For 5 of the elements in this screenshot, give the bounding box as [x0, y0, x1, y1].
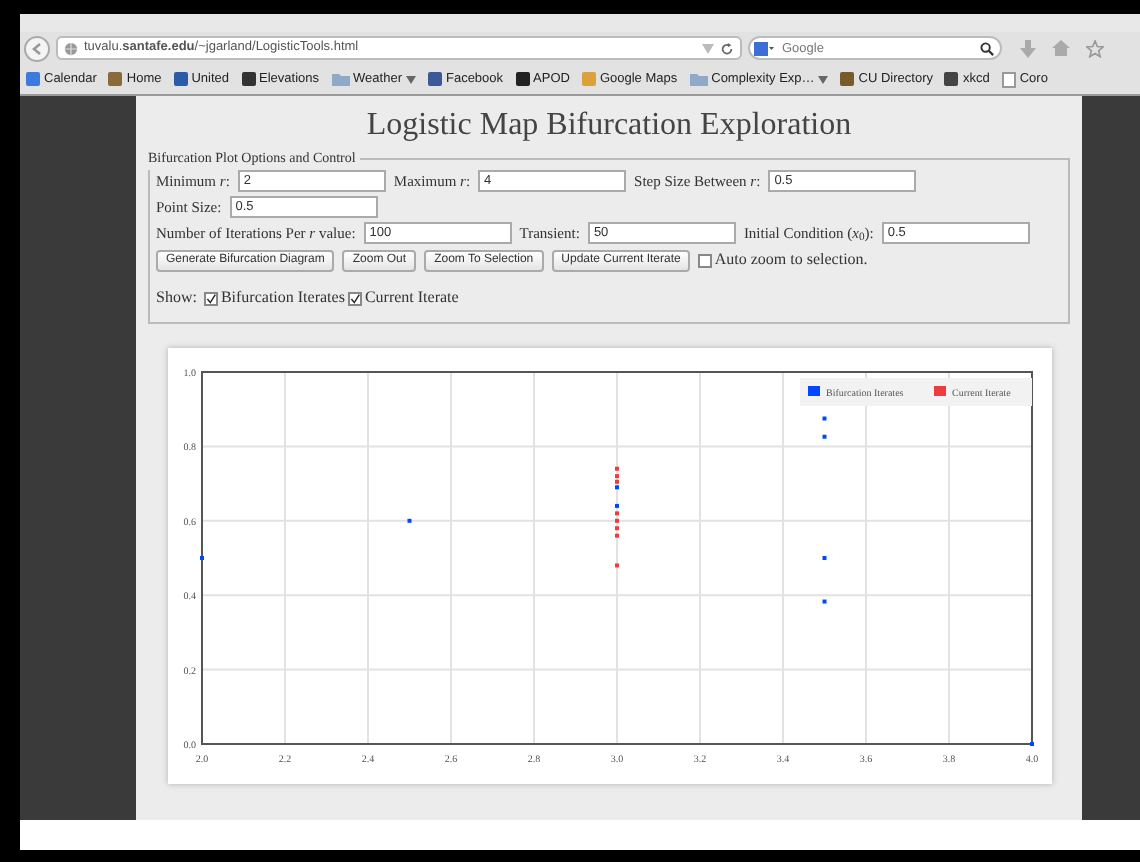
show-label: Show: [156, 286, 197, 311]
checkbox-label: Current Iterate [364, 286, 459, 311]
checkbox-label: Auto zoom to selection. [714, 248, 868, 273]
page-title: Logistic Map Bifurcation Exploration [366, 106, 852, 146]
checkbox-label: Bifurcation Iterates [220, 286, 345, 311]
